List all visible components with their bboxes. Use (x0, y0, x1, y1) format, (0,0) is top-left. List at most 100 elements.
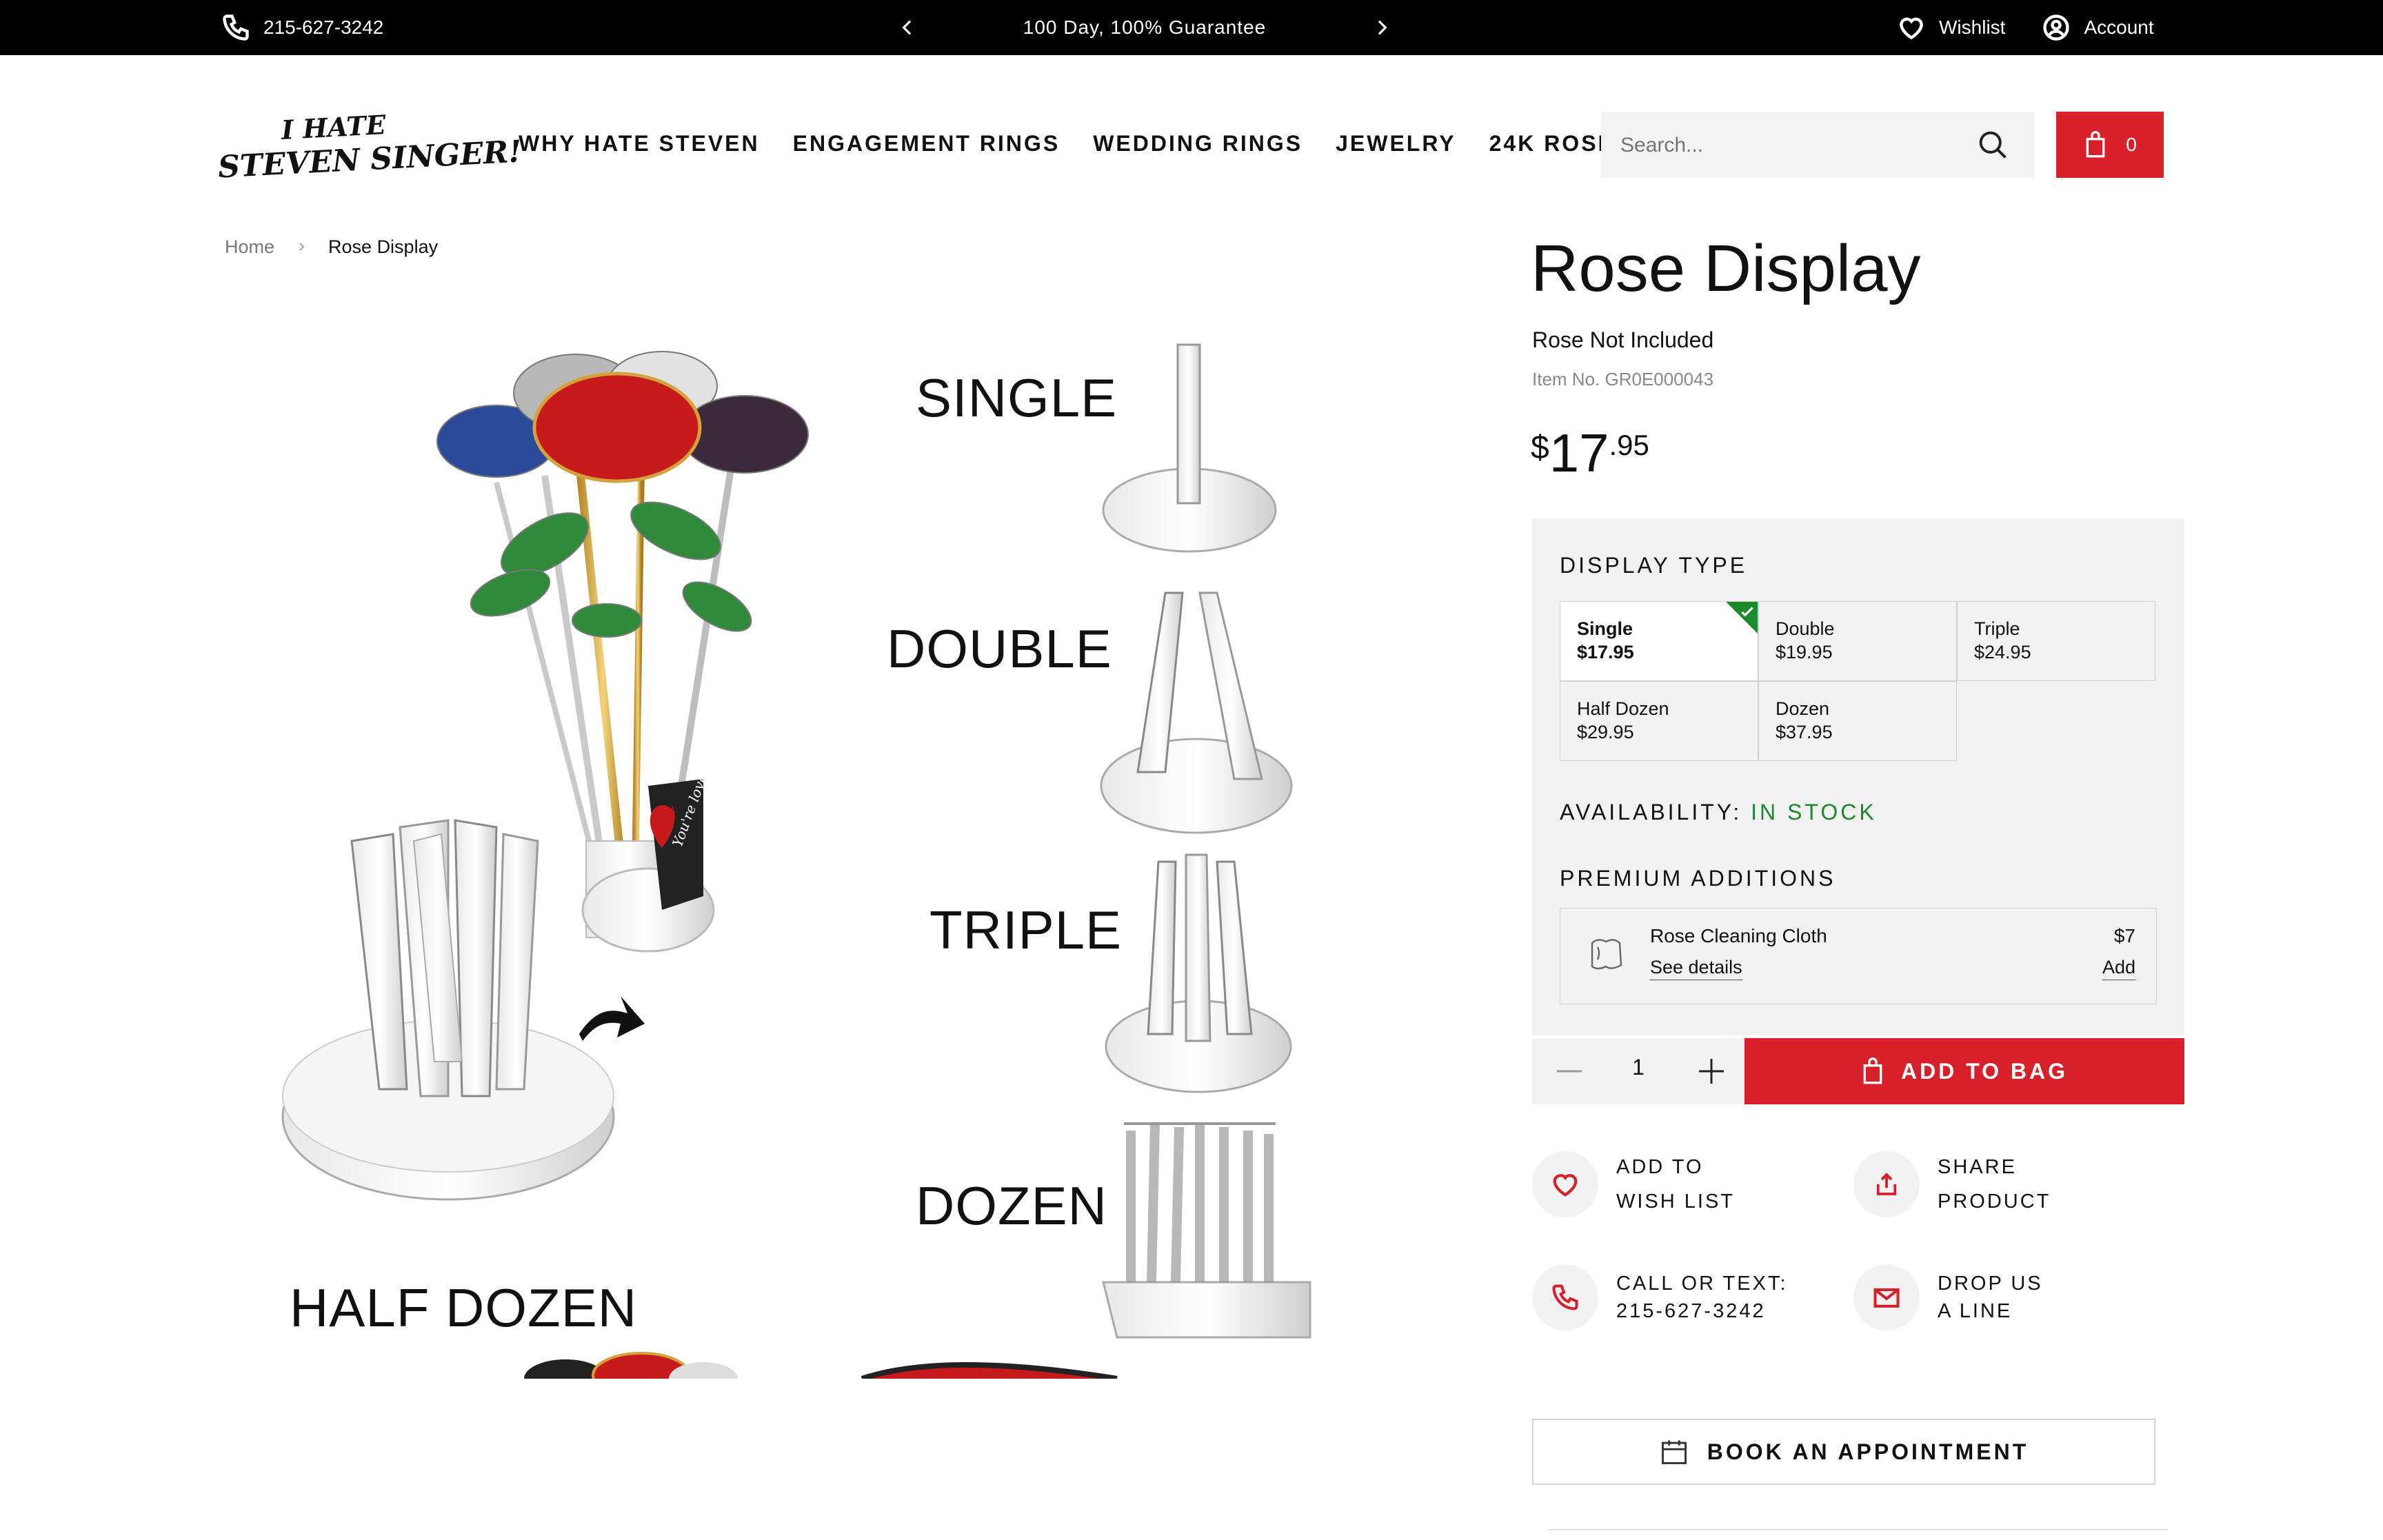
wishlist-line-2: WISH LIST (1616, 1191, 1736, 1213)
option-double[interactable]: Double $19.95 (1758, 601, 1957, 681)
chevron-left-icon[interactable] (896, 17, 918, 39)
heart-icon (1900, 17, 1923, 40)
quantity-stepper: 1 (1532, 1038, 1744, 1104)
minus-icon[interactable] (1553, 1055, 1586, 1088)
calendar-icon (1661, 1440, 1687, 1464)
shopping-bag-icon (2086, 131, 2105, 158)
product-title: Rose Display (1531, 232, 1921, 305)
chevron-right-icon (299, 243, 305, 251)
drop-us-a-line-button[interactable]: DROP US A LINE (1853, 1264, 2043, 1330)
check-icon (1741, 607, 1753, 617)
dozen-stand (1102, 1122, 1311, 1339)
share-product-button[interactable]: SHARE PRODUCT (1853, 1150, 2051, 1219)
topbar-account-links: Wishlist Account (1896, 12, 2154, 43)
add-to-bag-button[interactable]: ADD TO BAG (1744, 1038, 2184, 1104)
option-half-dozen[interactable]: Half Dozen $29.95 (1560, 681, 1758, 761)
site-logo[interactable]: I HATE STEVEN SINGER! (217, 109, 523, 185)
promo-text: 100 Day, 100% Guarantee (1023, 17, 1267, 38)
option-single[interactable]: Single $17.95 (1560, 601, 1758, 681)
breadcrumb: Home Rose Display (225, 233, 438, 261)
option-dozen[interactable]: Dozen $37.95 (1758, 681, 1957, 761)
option-price: $19.95 (1776, 642, 1833, 662)
arrow-graphic (579, 996, 645, 1041)
option-price: $17.95 (1577, 642, 1634, 662)
phone-icon (1552, 1284, 1578, 1310)
nav-wedding-rings[interactable]: WEDDING RINGS (1093, 131, 1303, 156)
share-icon-circle (1853, 1151, 1920, 1217)
plus-icon[interactable] (1695, 1055, 1728, 1088)
call-icon-circle (1532, 1264, 1598, 1330)
price-currency: $ (1531, 429, 1549, 466)
phone-icon (223, 14, 249, 41)
cloth-icon (1591, 939, 1622, 970)
logo-line-1: I HATE (280, 109, 387, 145)
product-illustration: You're loved (281, 343, 1311, 1379)
share-line-2: PRODUCT (1938, 1191, 2051, 1213)
product-price: $17.95 (1531, 422, 1649, 485)
top-utility-bar: 215-627-3242 100 Day, 100% Guarantee Wis… (0, 0, 2383, 55)
quantity-value[interactable]: 1 (1618, 1055, 1659, 1080)
breadcrumb-home[interactable]: Home (225, 236, 274, 258)
label-dozen: DOZEN (916, 1175, 1107, 1236)
search-input[interactable] (1619, 127, 1967, 164)
shopping-bag-button[interactable]: 0 (2056, 112, 2164, 178)
premium-additions-label: PREMIUM ADDITIONS (1560, 866, 1836, 891)
call-line-2: 215-627-3242 (1616, 1300, 1766, 1322)
display-type-label: DISPLAY TYPE (1560, 553, 1748, 578)
heart-icon (1553, 1174, 1578, 1197)
addition-price: $7 (2113, 925, 2135, 946)
label-single: SINGLE (916, 367, 1118, 428)
breadcrumb-current: Rose Display (328, 236, 439, 257)
product-image[interactable]: You're loved SINGLE DOUBLE TRIPLE DOZEN … (221, 303, 1393, 1379)
call-line-1: CALL OR TEXT: (1616, 1273, 1788, 1295)
add-to-wishlist-button[interactable]: ADD TO WISH LIST (1532, 1150, 1735, 1219)
bag-count: 0 (2126, 134, 2137, 155)
option-name: Dozen (1776, 698, 1830, 719)
chevron-right-icon[interactable] (1371, 17, 1393, 39)
option-name: Half Dozen (1577, 698, 1669, 719)
nav-jewelry[interactable]: JEWELRY (1336, 131, 1456, 156)
search-icon[interactable] (1975, 127, 2011, 163)
account-label: Account (2084, 17, 2154, 38)
share-line-1: SHARE (1938, 1156, 2017, 1178)
mail-icon-circle (1853, 1264, 1920, 1330)
book-appointment-button[interactable]: BOOK AN APPOINTMENT (1532, 1419, 2155, 1485)
add-addition-link[interactable]: Add (2102, 957, 2135, 980)
topbar-phone-link[interactable]: 215-627-3242 (221, 12, 383, 43)
product-subtitle: Rose Not Included (1532, 327, 1714, 352)
addition-name: Rose Cleaning Cloth (1650, 925, 1827, 946)
option-name: Single (1577, 618, 1633, 639)
option-triple[interactable]: Triple $24.95 (1957, 601, 2155, 681)
share-icon (1876, 1173, 1897, 1195)
premium-addition-item: Rose Cleaning Cloth See details $7 Add (1560, 908, 2157, 1004)
shopping-bag-icon (1863, 1057, 1882, 1084)
call-or-text-button[interactable]: CALL OR TEXT: 215-627-3242 (1532, 1264, 1788, 1330)
user-icon (2043, 14, 2070, 41)
topbar-phone-number: 215-627-3242 (263, 17, 384, 38)
double-stand (1100, 591, 1293, 834)
nav-engagement-rings[interactable]: ENGAGEMENT RINGS (793, 131, 1060, 156)
label-triple: TRIPLE (929, 900, 1123, 960)
wishlist-link[interactable]: Wishlist (1896, 12, 2005, 43)
nav-why-hate-steven[interactable]: WHY HATE STEVEN (519, 131, 760, 156)
drop-line-1: DROP US (1938, 1273, 2043, 1295)
availability-value: IN STOCK (1751, 800, 1877, 824)
option-price: $29.95 (1577, 722, 1634, 742)
item-number: Item No. GR0E000043 (1532, 369, 1714, 389)
availability-label: AVAILABILITY: (1560, 800, 1742, 824)
next-thumbnail-peek (524, 1352, 1118, 1379)
price-cents: .95 (1609, 429, 1649, 461)
wishlist-icon-circle (1532, 1151, 1598, 1217)
wishlist-text: ADD TO WISH LIST (1616, 1150, 1735, 1219)
see-details-link[interactable]: See details (1650, 957, 1742, 980)
book-appointment-label: BOOK AN APPOINTMENT (1707, 1439, 2029, 1464)
account-link[interactable]: Account (2041, 12, 2154, 43)
availability: AVAILABILITY: IN STOCK (1560, 800, 1877, 825)
drop-line-2: A LINE (1938, 1300, 2013, 1322)
label-double: DOUBLE (887, 618, 1112, 679)
logo-line-2: STEVEN SINGER! (217, 134, 523, 185)
call-text: CALL OR TEXT: 215-627-3242 (1616, 1270, 1788, 1325)
triple-stand (1105, 853, 1292, 1093)
option-name: Triple (1974, 618, 2020, 639)
selected-marker (1726, 602, 1758, 634)
